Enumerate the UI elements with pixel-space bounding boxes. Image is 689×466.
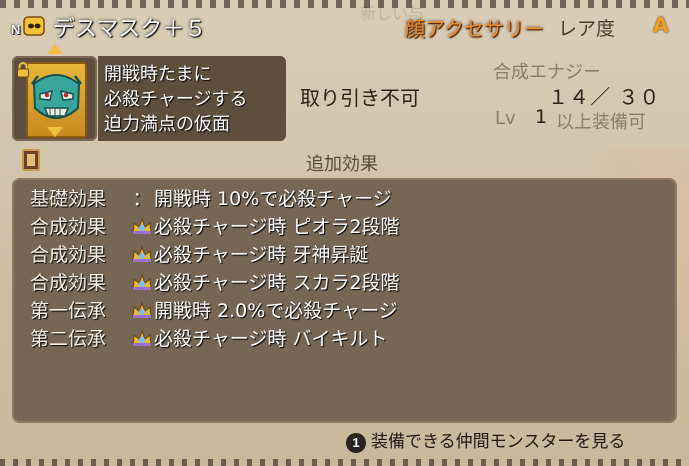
crown-icon [132, 329, 152, 346]
added-effects-title: 追加効果 [306, 154, 378, 175]
effect-row: 基礎効果 ：開戦時 10%で必殺チャージ [30, 184, 392, 210]
effect-label: 合成効果 [30, 272, 107, 294]
effect-row: 第二伝承 必殺チャージ時 バイキルト [30, 324, 387, 350]
effect-separator: ： [132, 188, 152, 210]
crown-icon [132, 217, 152, 234]
level-label: Lv [495, 108, 516, 129]
effect-row: 合成効果 必殺チャージ時 牙神昇誕 [30, 240, 368, 266]
item-detail-window: 新しい与 N デスマスク＋５ 顔アクセサリー レア度 A 開戦時たまに 必殺チャ… [0, 0, 689, 466]
view-equippable-monsters-button[interactable]: 1 装備できる仲間モンスターを見る [346, 427, 625, 453]
effect-row: 合成効果 必殺チャージ時 ピオラ2段階 [30, 212, 400, 238]
item-category: 顔アクセサリー [405, 17, 544, 41]
effect-row: 合成効果 必殺チャージ時 スカラ2段階 [30, 268, 400, 294]
rarity-value: A [653, 13, 669, 37]
lock-icon [17, 62, 29, 78]
crown-icon [132, 273, 152, 290]
effect-label: 基礎効果 [30, 188, 107, 210]
level-requirement-text: 以上装備可 [556, 112, 646, 133]
effect-text: 必殺チャージ時 牙神昇誕 [154, 244, 369, 266]
synth-energy-value: １４／ ３０ [548, 85, 661, 109]
level-value: 1 [535, 106, 548, 128]
effect-label: 第一伝承 [30, 300, 107, 322]
effect-text: 必殺チャージ時 ピオラ2段階 [154, 216, 400, 238]
trade-status: 取り引き不可 [300, 86, 420, 110]
crown-icon [132, 245, 152, 262]
effect-label: 合成効果 [30, 216, 107, 238]
new-badge: N [11, 22, 21, 37]
book-icon[interactable] [22, 149, 40, 171]
arrow-up-icon[interactable] [47, 44, 63, 54]
death-mask-icon [31, 74, 82, 119]
effect-text: 開戦時 2.0%で必殺チャージ [154, 300, 398, 322]
effect-text: 開戦時 10%で必殺チャージ [154, 188, 392, 210]
arrow-down-icon[interactable] [47, 127, 63, 137]
description-line-1: 開戦時たまに [104, 64, 212, 85]
item-description-panel: 開戦時たまに 必殺チャージする 迫力満点の仮面 [98, 56, 286, 141]
effect-label: 第二伝承 [30, 328, 107, 350]
footer-label: 装備できる仲間モンスターを見る [371, 432, 626, 452]
effect-text: 必殺チャージ時 スカラ2段階 [154, 272, 400, 294]
effect-label: 合成効果 [30, 244, 107, 266]
description-line-3: 迫力満点の仮面 [104, 114, 230, 135]
frame-bottom-edge [0, 459, 689, 466]
added-effects-panel: 基礎効果 ：開戦時 10%で必殺チャージ 合成効果 必殺チャージ時 ピオラ2段階 合… [12, 178, 677, 423]
rarity-label: レア度 [558, 18, 616, 40]
button-1-icon: 1 [346, 433, 366, 453]
effect-row: 第一伝承 開戦時 2.0%で必殺チャージ [30, 296, 398, 322]
frame-top-edge [0, 0, 689, 8]
description-line-2: 必殺チャージする [104, 89, 248, 110]
face-accessory-icon [23, 16, 45, 36]
effect-text: 必殺チャージ時 バイキルト [154, 328, 388, 350]
item-name: デスマスク＋５ [53, 17, 207, 42]
crown-icon [132, 301, 152, 318]
